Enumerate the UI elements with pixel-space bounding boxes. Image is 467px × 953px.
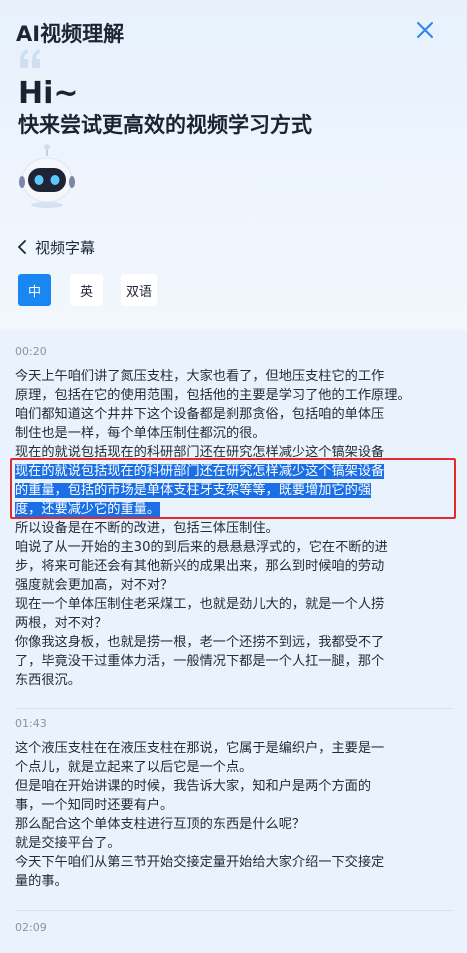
slogan: 快来尝试更高效的视频学习方式 — [18, 113, 312, 137]
subtitle-line: 步，将来可能还会有其他新兴的成果出来，那么到时候咱的劳动 — [15, 559, 385, 574]
segment-divider — [15, 708, 453, 709]
tab-english[interactable]: 英 — [70, 274, 103, 306]
subtitle-line: 咱说了从一开始的主30的到后来的悬悬悬浮式的，它在不断的进 — [15, 540, 388, 555]
timestamp[interactable]: 01:43 — [15, 717, 47, 730]
timestamp[interactable]: 00:20 — [15, 345, 47, 358]
tab-bilingual[interactable]: 双语 — [121, 274, 157, 306]
tab-chinese[interactable]: 中 — [18, 274, 51, 306]
subtitle-line: 原理，包括在它的使用范围，包括他的主要是学习了他的工作原理。 — [15, 388, 411, 403]
subtitle-line: 所以设备是在不断的改进，包括三体压制住。 — [15, 521, 279, 536]
subtitle-line: 就是交接平台了。 — [15, 836, 121, 851]
selection-annotation-box — [10, 458, 456, 519]
back-button[interactable]: 视频字幕 — [16, 236, 95, 258]
subtitle-line: 那么配合这个单体支柱进行互顶的东西是什么呢？ — [15, 817, 306, 832]
subtitle-line: 现在一个单体压制住老采煤工，也就是劲儿大的，就是一个人捞 — [15, 597, 385, 612]
subtitle-line: 今天上午咱们讲了氮压支柱，大家也看了，但地压支柱它的工作 — [15, 369, 385, 384]
chevron-left-icon — [18, 240, 26, 254]
subtitle-line: 但是咱在开始讲课的时候，我告诉大家，知和户是两个方面的 — [15, 779, 372, 794]
subtitle-line: 你像我这身板，也就是捞一根，老一个还捞不到远，我都受不了 — [15, 635, 385, 650]
subtitle-line: 量的事。 — [15, 874, 68, 889]
subtitle-line: 东西很沉。 — [15, 673, 81, 688]
subtitle-line: 事，一个知同时还要有户。 — [15, 798, 174, 813]
quote-icon — [20, 49, 40, 68]
robot-mascot-icon — [19, 144, 75, 208]
back-label: 视频字幕 — [35, 238, 96, 257]
app-title: AI视频理解 — [16, 22, 125, 46]
subtitle-line: 制住也是一样，每个单体压制住都沉的很。 — [15, 426, 266, 441]
subtitle-line: 强度就会更加高，对不对？ — [15, 578, 174, 593]
subtitle-line: 咱们都知道这个井井下这个设备都是刹那贪俗，包括咱的单体压 — [15, 407, 385, 422]
subtitle-line: 今天下午咱们从第三节开始交接定量开始给大家介绍一下交接定 — [15, 855, 385, 870]
segment-divider — [15, 910, 453, 911]
subtitle-line: 了，毕竟没干过重体力活，一般情况下都是一个人扛一腿，那个 — [15, 654, 385, 669]
subtitle-line: 两根，对不对？ — [15, 616, 108, 631]
close-icon[interactable] — [415, 20, 435, 40]
greeting: Hi~ — [18, 76, 79, 111]
timestamp[interactable]: 02:09 — [15, 921, 47, 934]
subtitle-line: 个点儿，就是立起来了以后它是一个点。 — [15, 760, 253, 775]
subtitle-line: 这个液压支柱在在液压支柱在那说，它属于是编织户，主要是一 — [15, 741, 385, 756]
